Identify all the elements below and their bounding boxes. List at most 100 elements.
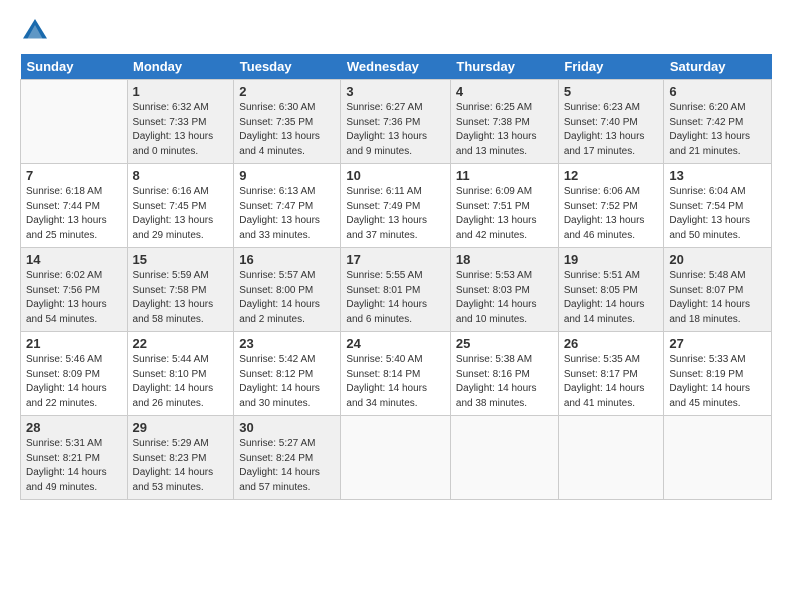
day-detail: Sunrise: 5:42 AMSunset: 8:12 PMDaylight:… <box>239 354 320 409</box>
day-detail: Sunrise: 6:09 AMSunset: 7:51 PMDaylight:… <box>456 186 537 241</box>
logo <box>20 16 54 46</box>
day-detail: Sunrise: 6:06 AMSunset: 7:52 PMDaylight:… <box>564 186 645 241</box>
day-detail: Sunrise: 6:20 AMSunset: 7:42 PMDaylight:… <box>669 102 750 157</box>
day-detail: Sunrise: 5:46 AMSunset: 8:09 PMDaylight:… <box>26 354 107 409</box>
header-cell-wednesday: Wednesday <box>341 54 451 80</box>
day-detail: Sunrise: 5:31 AMSunset: 8:21 PMDaylight:… <box>26 438 107 493</box>
day-detail: Sunrise: 6:13 AMSunset: 7:47 PMDaylight:… <box>239 186 320 241</box>
day-number: 10 <box>346 168 445 183</box>
day-detail: Sunrise: 5:33 AMSunset: 8:19 PMDaylight:… <box>669 354 750 409</box>
day-detail: Sunrise: 6:02 AMSunset: 7:56 PMDaylight:… <box>26 270 107 325</box>
day-number: 6 <box>669 84 766 99</box>
day-number: 5 <box>564 84 659 99</box>
day-number: 13 <box>669 168 766 183</box>
day-number: 27 <box>669 336 766 351</box>
week-row-2: 7Sunrise: 6:18 AMSunset: 7:44 PMDaylight… <box>21 164 772 248</box>
day-number: 23 <box>239 336 335 351</box>
day-cell: 24 Sunrise: 5:40 AMSunset: 8:14 PMDayligh… <box>341 332 451 416</box>
day-number: 8 <box>133 168 229 183</box>
day-detail: Sunrise: 6:16 AMSunset: 7:45 PMDaylight:… <box>133 186 214 241</box>
day-detail: Sunrise: 5:53 AMSunset: 8:03 PMDaylight:… <box>456 270 537 325</box>
day-cell: 27 Sunrise: 5:33 AMSunset: 8:19 PMDayligh… <box>664 332 772 416</box>
day-cell: 30 Sunrise: 5:27 AMSunset: 8:24 PMDayligh… <box>234 416 341 500</box>
day-number: 11 <box>456 168 553 183</box>
day-detail: Sunrise: 6:23 AMSunset: 7:40 PMDaylight:… <box>564 102 645 157</box>
day-cell: 11 Sunrise: 6:09 AMSunset: 7:51 PMDayligh… <box>450 164 558 248</box>
day-cell: 19 Sunrise: 5:51 AMSunset: 8:05 PMDayligh… <box>558 248 664 332</box>
day-cell: 10 Sunrise: 6:11 AMSunset: 7:49 PMDayligh… <box>341 164 451 248</box>
day-detail: Sunrise: 5:27 AMSunset: 8:24 PMDaylight:… <box>239 438 320 493</box>
day-cell: 28 Sunrise: 5:31 AMSunset: 8:21 PMDayligh… <box>21 416 128 500</box>
day-detail: Sunrise: 5:48 AMSunset: 8:07 PMDaylight:… <box>669 270 750 325</box>
day-number: 26 <box>564 336 659 351</box>
day-detail: Sunrise: 5:44 AMSunset: 8:10 PMDaylight:… <box>133 354 214 409</box>
day-number: 9 <box>239 168 335 183</box>
day-detail: Sunrise: 5:35 AMSunset: 8:17 PMDaylight:… <box>564 354 645 409</box>
day-number: 3 <box>346 84 445 99</box>
day-detail: Sunrise: 6:27 AMSunset: 7:36 PMDaylight:… <box>346 102 427 157</box>
day-cell <box>558 416 664 500</box>
day-cell <box>664 416 772 500</box>
day-cell: 20Sunrise: 5:48 AMSunset: 8:07 PMDayligh… <box>664 248 772 332</box>
day-number: 1 <box>133 84 229 99</box>
day-detail: Sunrise: 6:11 AMSunset: 7:49 PMDaylight:… <box>346 186 427 241</box>
day-cell: 15 Sunrise: 5:59 AMSunset: 7:58 PMDayligh… <box>127 248 234 332</box>
day-number: 4 <box>456 84 553 99</box>
day-number: 29 <box>133 420 229 435</box>
header-cell-friday: Friday <box>558 54 664 80</box>
header <box>20 16 772 46</box>
day-cell: 29 Sunrise: 5:29 AMSunset: 8:23 PMDayligh… <box>127 416 234 500</box>
day-detail: Sunrise: 5:38 AMSunset: 8:16 PMDaylight:… <box>456 354 537 409</box>
day-cell: 5 Sunrise: 6:23 AMSunset: 7:40 PMDaylight… <box>558 80 664 164</box>
day-detail: Sunrise: 5:55 AMSunset: 8:01 PMDaylight:… <box>346 270 427 325</box>
day-cell <box>341 416 451 500</box>
day-number: 14 <box>26 252 122 267</box>
day-detail: Sunrise: 6:18 AMSunset: 7:44 PMDaylight:… <box>26 186 107 241</box>
day-number: 24 <box>346 336 445 351</box>
day-detail: Sunrise: 5:57 AMSunset: 8:00 PMDaylight:… <box>239 270 320 325</box>
day-detail: Sunrise: 5:40 AMSunset: 8:14 PMDaylight:… <box>346 354 427 409</box>
day-cell: 7Sunrise: 6:18 AMSunset: 7:44 PMDaylight… <box>21 164 128 248</box>
day-detail: Sunrise: 6:04 AMSunset: 7:54 PMDaylight:… <box>669 186 750 241</box>
day-cell: 22Sunrise: 5:44 AMSunset: 8:10 PMDayligh… <box>127 332 234 416</box>
calendar-table: SundayMondayTuesdayWednesdayThursdayFrid… <box>20 54 772 500</box>
header-cell-saturday: Saturday <box>664 54 772 80</box>
day-cell: 6 Sunrise: 6:20 AMSunset: 7:42 PMDaylight… <box>664 80 772 164</box>
day-number: 30 <box>239 420 335 435</box>
day-cell: 17 Sunrise: 5:55 AMSunset: 8:01 PMDayligh… <box>341 248 451 332</box>
logo-icon <box>20 16 50 46</box>
day-number: 21 <box>26 336 122 351</box>
day-cell: 13 Sunrise: 6:04 AMSunset: 7:54 PMDayligh… <box>664 164 772 248</box>
header-row: SundayMondayTuesdayWednesdayThursdayFrid… <box>21 54 772 80</box>
day-cell <box>21 80 128 164</box>
day-detail: Sunrise: 5:51 AMSunset: 8:05 PMDaylight:… <box>564 270 645 325</box>
day-cell: 3 Sunrise: 6:27 AMSunset: 7:36 PMDaylight… <box>341 80 451 164</box>
day-cell: 9 Sunrise: 6:13 AMSunset: 7:47 PMDaylight… <box>234 164 341 248</box>
day-number: 15 <box>133 252 229 267</box>
day-cell: 12 Sunrise: 6:06 AMSunset: 7:52 PMDayligh… <box>558 164 664 248</box>
day-number: 16 <box>239 252 335 267</box>
header-cell-tuesday: Tuesday <box>234 54 341 80</box>
day-number: 19 <box>564 252 659 267</box>
day-detail: Sunrise: 5:29 AMSunset: 8:23 PMDaylight:… <box>133 438 214 493</box>
header-cell-monday: Monday <box>127 54 234 80</box>
day-cell: 1 Sunrise: 6:32 AMSunset: 7:33 PMDaylight… <box>127 80 234 164</box>
day-cell: 2Sunrise: 6:30 AMSunset: 7:35 PMDaylight… <box>234 80 341 164</box>
day-detail: Sunrise: 5:59 AMSunset: 7:58 PMDaylight:… <box>133 270 214 325</box>
week-row-1: 1 Sunrise: 6:32 AMSunset: 7:33 PMDaylight… <box>21 80 772 164</box>
day-detail: Sunrise: 6:25 AMSunset: 7:38 PMDaylight:… <box>456 102 537 157</box>
week-row-4: 21 Sunrise: 5:46 AMSunset: 8:09 PMDayligh… <box>21 332 772 416</box>
day-number: 25 <box>456 336 553 351</box>
day-number: 28 <box>26 420 122 435</box>
header-cell-thursday: Thursday <box>450 54 558 80</box>
day-cell: 26 Sunrise: 5:35 AMSunset: 8:17 PMDayligh… <box>558 332 664 416</box>
day-number: 17 <box>346 252 445 267</box>
day-detail: Sunrise: 6:32 AMSunset: 7:33 PMDaylight:… <box>133 102 214 157</box>
day-detail: Sunrise: 6:30 AMSunset: 7:35 PMDaylight:… <box>239 102 320 157</box>
day-cell: 18 Sunrise: 5:53 AMSunset: 8:03 PMDayligh… <box>450 248 558 332</box>
day-cell: 16 Sunrise: 5:57 AMSunset: 8:00 PMDayligh… <box>234 248 341 332</box>
day-cell: 25 Sunrise: 5:38 AMSunset: 8:16 PMDayligh… <box>450 332 558 416</box>
day-number: 18 <box>456 252 553 267</box>
day-number: 12 <box>564 168 659 183</box>
day-cell <box>450 416 558 500</box>
